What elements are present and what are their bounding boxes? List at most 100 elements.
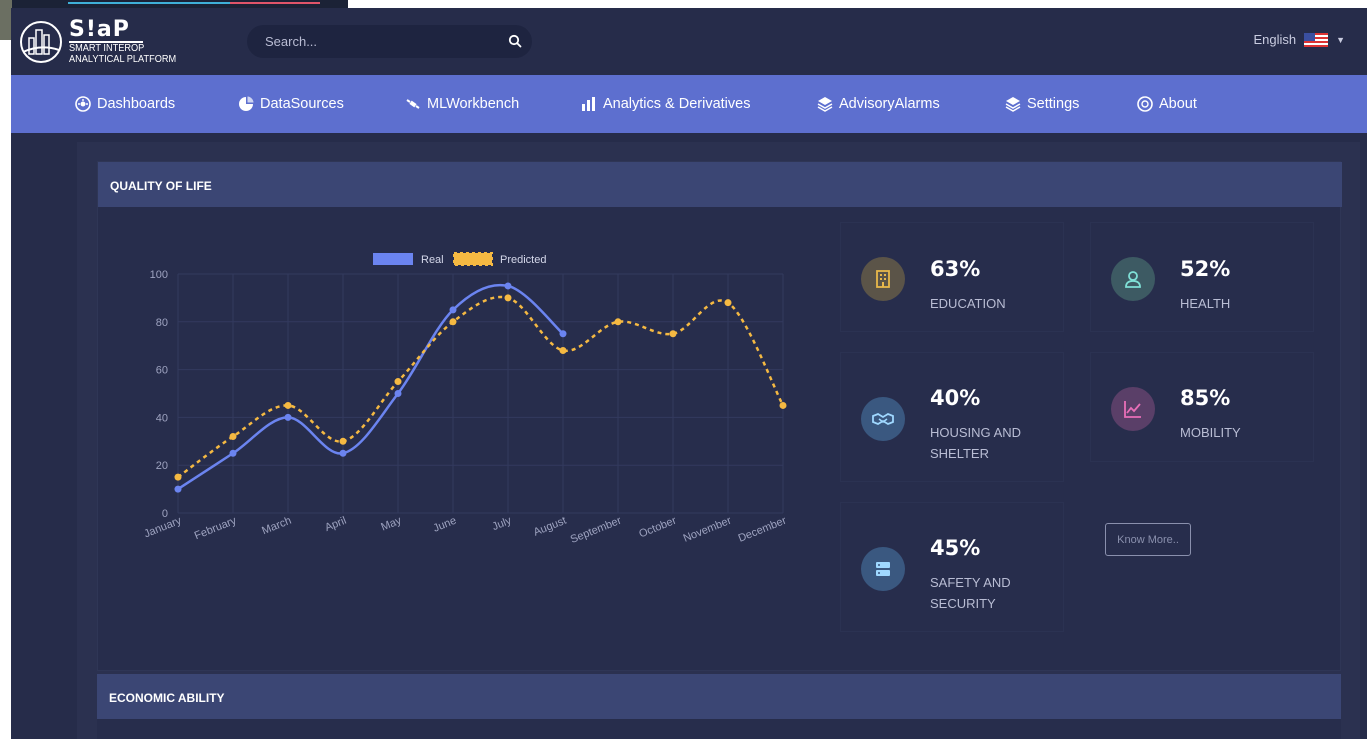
- metric-tile-health[interactable]: 52% HEALTH: [1090, 222, 1314, 332]
- thumbnail-line: [230, 2, 320, 4]
- nav-item-advisoryalarms[interactable]: AdvisoryAlarms: [817, 75, 940, 133]
- nav-item-dashboards[interactable]: Dashboards: [75, 75, 175, 133]
- logo-title: S!aP: [69, 19, 143, 43]
- x-tick-label: May: [379, 514, 403, 533]
- metric-tile-housing[interactable]: 40% HOUSING AND SHELTER: [840, 352, 1064, 482]
- legend-swatch: [373, 253, 413, 265]
- desktop-thumbnail: [0, 0, 348, 40]
- metric-tile-education[interactable]: 63% EDUCATION: [840, 222, 1064, 332]
- bar-chart-icon: [582, 97, 595, 111]
- tile-icon-wrap: [861, 547, 905, 591]
- tile-icon-wrap: [1111, 387, 1155, 431]
- data-point-real: [394, 390, 402, 397]
- y-tick-label: 60: [156, 365, 168, 377]
- tile-label: SAFETY AND SECURITY: [930, 575, 1011, 611]
- know-more-button[interactable]: Know More..: [1105, 523, 1191, 556]
- x-tick-label: December: [737, 515, 789, 545]
- section-title: ECONOMIC ABILITY: [97, 674, 1341, 719]
- handshake-icon: [872, 412, 894, 426]
- layers-icon: [1005, 97, 1021, 112]
- quality-of-life-card: QUALITY OF LIFE 0 20 40 60 80 100 January Febru…: [97, 161, 1342, 671]
- data-point-real: [339, 449, 347, 457]
- tile-label: HEALTH: [1180, 296, 1231, 311]
- y-tick-label: 0: [162, 508, 168, 520]
- metric-tile-safety[interactable]: 45% SAFETY AND SECURITY: [840, 502, 1064, 632]
- logo-text: S!aP SMART INTEROP ANALYTICAL PLATFORM: [69, 19, 186, 65]
- language-label: English: [1253, 32, 1297, 47]
- nav-item-label: MLWorkbench: [427, 96, 520, 112]
- main-nav: Dashboards DataSources MLWorkbench Analy…: [11, 75, 1367, 133]
- data-point-real: [229, 449, 237, 457]
- data-point-predicted: [669, 330, 677, 338]
- nav-item-label: Analytics & Derivatives: [603, 96, 751, 112]
- x-tick-label: September: [569, 515, 624, 546]
- tile-icon-wrap: [861, 257, 905, 301]
- nav-item-mlworkbench[interactable]: MLWorkbench: [405, 75, 519, 133]
- info-circle-icon: [1137, 96, 1153, 112]
- y-tick-label: 80: [156, 317, 168, 329]
- tile-label: HOUSING AND SHELTER: [930, 425, 1022, 461]
- data-point-predicted: [504, 294, 512, 302]
- search-icon[interactable]: [508, 34, 522, 48]
- legend-label: Predicted: [500, 254, 546, 266]
- tile-value: 52%: [1180, 257, 1231, 281]
- tile-icon-wrap: [861, 397, 905, 441]
- data-point-real: [174, 485, 182, 493]
- thumbnail-line: [68, 2, 230, 4]
- y-tick-label: 100: [150, 269, 168, 281]
- language-selector[interactable]: English ▼: [1253, 32, 1345, 47]
- x-tick-label: February: [193, 514, 239, 542]
- nav-item-about[interactable]: About: [1137, 75, 1197, 133]
- nav-item-label: AdvisoryAlarms: [839, 96, 940, 112]
- tile-value: 40%: [930, 386, 981, 410]
- top-bar: S!aP SMART INTEROP ANALYTICAL PLATFORM E…: [11, 8, 1367, 75]
- nav-item-settings[interactable]: Settings: [1005, 75, 1079, 133]
- nav-item-label: DataSources: [260, 96, 344, 112]
- legend-swatch: [453, 252, 493, 266]
- search-bar: [247, 25, 532, 58]
- quality-of-life-chart: 0 20 40 60 80 100 January February March April May…: [118, 222, 838, 587]
- x-tick-label: July: [490, 514, 513, 533]
- x-tick-label: October: [637, 515, 678, 541]
- x-tick-label: November: [682, 515, 734, 545]
- data-point-real: [504, 282, 512, 290]
- tile-label: EDUCATION: [930, 296, 1006, 311]
- logo-subtitle-line1: SMART INTEROP: [69, 43, 145, 54]
- search-input[interactable]: [265, 25, 495, 58]
- logo-subtitle-line2: ANALYTICAL PLATFORM: [69, 54, 177, 65]
- y-tick-label: 20: [156, 460, 168, 472]
- nav-item-analytics[interactable]: Analytics & Derivatives: [581, 75, 750, 133]
- dashboard-icon: [75, 96, 91, 112]
- data-point-predicted: [779, 401, 787, 409]
- building-icon: [876, 270, 890, 288]
- series-line-predicted: [177, 295, 785, 479]
- tile-label: MOBILITY: [1180, 425, 1241, 440]
- app-window: S!aP SMART INTEROP ANALYTICAL PLATFORM E…: [11, 8, 1367, 739]
- metric-tile-mobility[interactable]: 85% MOBILITY: [1090, 352, 1314, 462]
- data-point-real: [284, 413, 292, 421]
- logo[interactable]: S!aP SMART INTEROP ANALYTICAL PLATFORM: [19, 14, 186, 70]
- trend-chart-icon: [1124, 401, 1141, 418]
- layers-icon: [817, 97, 833, 112]
- legend-label: Real: [421, 254, 444, 266]
- data-point-predicted: [339, 437, 347, 445]
- data-point-real: [559, 330, 567, 338]
- tile-value: 85%: [1180, 386, 1231, 410]
- data-point-predicted: [284, 401, 292, 409]
- section-title: QUALITY OF LIFE: [98, 162, 1342, 207]
- content-area: QUALITY OF LIFE 0 20 40 60 80 100 January Febru…: [77, 142, 1360, 739]
- data-point-predicted: [174, 473, 182, 481]
- us-flag-icon: [1304, 32, 1329, 47]
- nav-item-datasources[interactable]: DataSources: [238, 75, 344, 133]
- logo-mark-icon: [20, 21, 62, 63]
- economic-ability-card: [97, 719, 1341, 739]
- x-tick-label: April: [323, 515, 348, 534]
- data-point-real: [449, 306, 457, 314]
- data-point-predicted: [614, 318, 622, 326]
- pie-chart-icon: [239, 96, 254, 111]
- nav-item-label: About: [1159, 96, 1197, 112]
- user-icon: [1125, 271, 1141, 288]
- data-point-predicted: [449, 318, 457, 326]
- tile-value: 63%: [930, 257, 981, 281]
- data-point-predicted: [229, 433, 237, 441]
